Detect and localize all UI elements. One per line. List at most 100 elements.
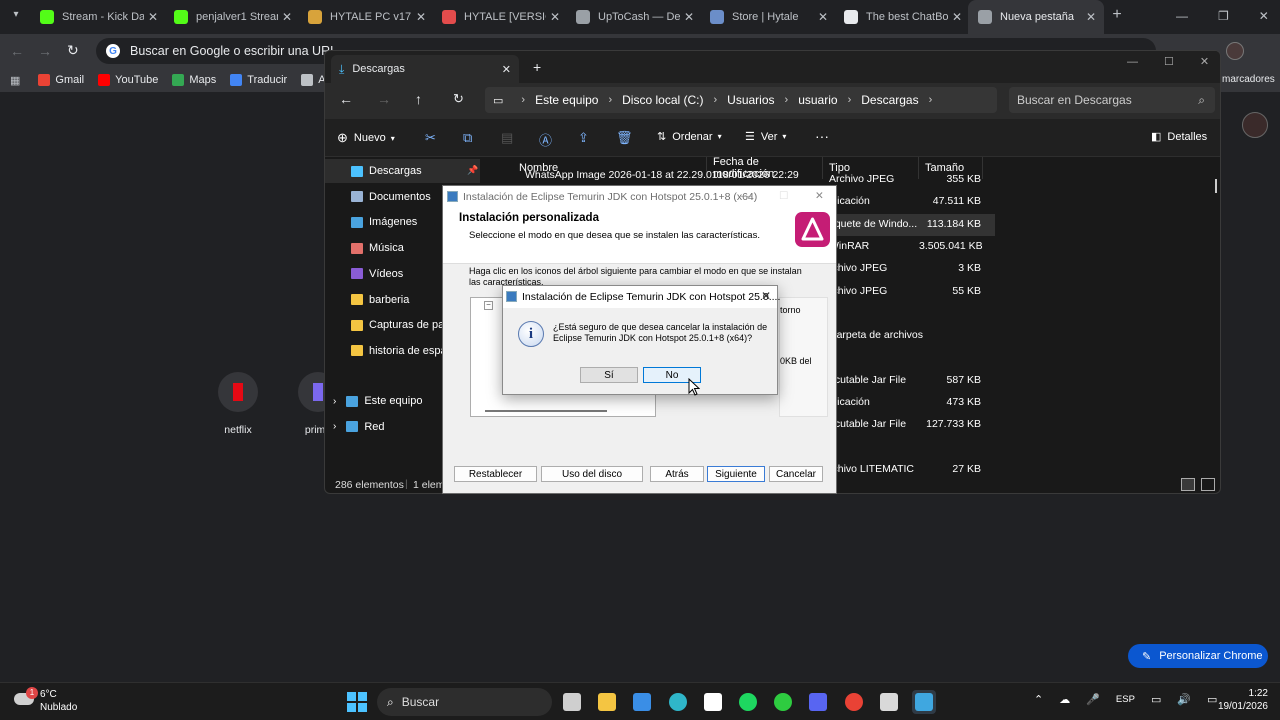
confirm-close-button[interactable]: ✕ [761, 289, 771, 303]
chrome-tab[interactable]: Stream - Kick Dash✕ [30, 0, 166, 34]
new-tab-button[interactable]: + [1108, 6, 1126, 26]
tab-close-icon[interactable]: ✕ [948, 10, 966, 24]
cut-icon[interactable]: ✂ [425, 130, 436, 146]
bookmark-item[interactable]: YouTube [98, 74, 158, 86]
edge-icon[interactable] [666, 690, 690, 714]
yes-button[interactable]: Sí [580, 367, 638, 383]
disk-usage-button[interactable]: Uso del disco [541, 466, 643, 482]
new-explorer-tab-button[interactable]: + [533, 59, 541, 75]
installer-close-button[interactable]: ✕ [815, 190, 824, 202]
all-bookmarks-label[interactable]: marcadores [1222, 74, 1275, 85]
file-explorer-icon[interactable] [595, 690, 619, 714]
forward-icon[interactable]: → [38, 43, 52, 59]
discord-icon[interactable] [806, 690, 830, 714]
close-button[interactable]: ✕ [1259, 9, 1269, 23]
bookmark-item[interactable]: Gmail [38, 74, 84, 86]
tab-close-icon[interactable]: ✕ [546, 10, 564, 24]
maximize-button[interactable]: ❐ [1218, 9, 1229, 23]
tab-close-icon[interactable]: ✕ [680, 10, 698, 24]
customize-chrome-button[interactable]: ✎ Personalizar Chrome [1128, 644, 1268, 668]
refresh-icon[interactable]: ↻ [453, 91, 464, 107]
reload-icon[interactable]: ↻ [67, 42, 79, 59]
more-options-icon[interactable]: ··· [815, 128, 829, 144]
details-button[interactable]: ◧ Detalles [1151, 130, 1207, 144]
share-icon[interactable]: ⇪ [578, 130, 589, 146]
clock[interactable]: 1:22 19/01/2026 [1210, 687, 1268, 713]
weather-widget[interactable]: 1 6°C Nublado [14, 687, 94, 717]
store-icon[interactable] [630, 690, 654, 714]
ntp-avatar[interactable] [1242, 112, 1268, 138]
language-indicator[interactable]: ESP [1116, 694, 1135, 705]
apps-icon[interactable]: ▦ [10, 74, 20, 87]
breadcrumb-item[interactable]: Usuarios [727, 93, 774, 107]
installer-maximize-button[interactable]: ☐ [779, 190, 788, 202]
installer-minimize-button[interactable]: — [741, 190, 752, 202]
chevron-right-icon[interactable]: › [333, 421, 336, 432]
paste-icon[interactable]: ▤ [501, 130, 513, 146]
back-button[interactable]: Atrás [650, 466, 704, 482]
bookmark-item[interactable]: Traducir [230, 74, 287, 86]
next-button[interactable]: Siguiente [707, 466, 765, 482]
profile-avatar[interactable] [1226, 42, 1244, 60]
chrome-tab[interactable]: HYTALE PC v17.4 ✕ [298, 0, 434, 34]
volume-icon[interactable]: 🔊 [1177, 693, 1191, 706]
cancel-button[interactable]: Cancelar [769, 466, 823, 482]
tab-close-icon[interactable]: ✕ [814, 10, 832, 24]
nav-item[interactable]: Descargas [351, 159, 496, 183]
chrome-tab[interactable]: UpToCash — Desc✕ [566, 0, 702, 34]
tab-close-icon[interactable]: ✕ [144, 10, 162, 24]
breadcrumb-item[interactable]: Disco local (C:) [622, 93, 703, 107]
tab-close-icon[interactable]: ✕ [412, 10, 430, 24]
breadcrumb-item[interactable]: usuario [798, 93, 837, 107]
chrome-tab[interactable]: Nueva pestaña ✕ [968, 0, 1104, 34]
chrome-tab[interactable]: HYTALE [VERSION✕ [432, 0, 568, 34]
tab-search-button[interactable]: ▾ [8, 9, 24, 25]
tab-close-icon[interactable]: ✕ [278, 10, 296, 24]
minimize-button[interactable]: — [1176, 9, 1188, 23]
breadcrumb-item[interactable]: Descargas [861, 93, 918, 107]
file-list-scrollbar[interactable] [1215, 179, 1217, 193]
explorer-close-button[interactable]: ✕ [1200, 55, 1209, 68]
view-button[interactable]: ☰ Ver ▾ [745, 130, 786, 144]
breadcrumb-item[interactable]: Este equipo [535, 93, 598, 107]
chrome-icon[interactable] [842, 690, 866, 714]
sort-button[interactable]: ⇅ Ordenar ▾ [657, 130, 722, 144]
xbox-icon[interactable] [771, 690, 795, 714]
new-button[interactable]: ⊕ Nuevo ▾ [337, 130, 395, 146]
close-tab-icon[interactable]: ✕ [502, 63, 511, 76]
tab-close-icon[interactable]: ✕ [1082, 10, 1100, 24]
up-arrow-icon[interactable]: ↑ [415, 91, 422, 107]
explorer-tab[interactable]: ⤓ Descargas ✕ [331, 55, 519, 83]
bookmark-item[interactable]: Maps [172, 74, 216, 86]
chatgpt-icon[interactable] [877, 690, 901, 714]
start-button[interactable] [347, 692, 367, 712]
details-view-toggle[interactable] [1181, 478, 1195, 491]
onedrive-icon[interactable]: ☁ [1059, 693, 1070, 706]
back-arrow-icon[interactable]: ← [339, 91, 353, 107]
breadcrumb[interactable]: ▭ › Este equipo › Disco local (C:) › Usuario… [485, 87, 997, 113]
tiktok-icon[interactable] [701, 690, 725, 714]
task-view-icon[interactable] [560, 690, 584, 714]
taskbar-search[interactable]: ⌕ Buscar [377, 688, 552, 716]
chrome-tab[interactable]: penjalver1 Stream ✕ [164, 0, 300, 34]
rename-icon[interactable]: Ⓐ [539, 130, 552, 149]
explorer-maximize-button[interactable]: ☐ [1164, 55, 1174, 68]
chevron-right-icon[interactable]: › [333, 396, 336, 407]
reset-button[interactable]: Restablecer [454, 466, 537, 482]
explorer-minimize-button[interactable]: — [1127, 56, 1138, 68]
explorer-search-box[interactable]: Buscar en Descargas ⌕ [1009, 87, 1215, 113]
delete-icon[interactable]: 🗑 [616, 130, 633, 146]
copy-icon[interactable]: ⧉ [463, 130, 472, 146]
network-icon[interactable]: ▭ [1151, 693, 1161, 706]
chevron-up-icon[interactable]: ⌃ [1034, 693, 1043, 706]
tiles-view-toggle[interactable] [1201, 478, 1215, 491]
installer-icon[interactable] [912, 690, 936, 714]
chrome-tab[interactable]: Store | Hytale ✕ [700, 0, 836, 34]
spotify-icon[interactable] [736, 690, 760, 714]
back-icon[interactable]: ← [10, 43, 24, 59]
chrome-tab[interactable]: The best ChatBot ✕ [834, 0, 970, 34]
forward-arrow-icon[interactable]: → [377, 91, 391, 107]
microphone-icon[interactable]: 🎤 [1086, 693, 1100, 706]
shortcut-tile[interactable]: netflix [216, 372, 260, 436]
tree-expander-icon[interactable]: − [484, 301, 493, 310]
